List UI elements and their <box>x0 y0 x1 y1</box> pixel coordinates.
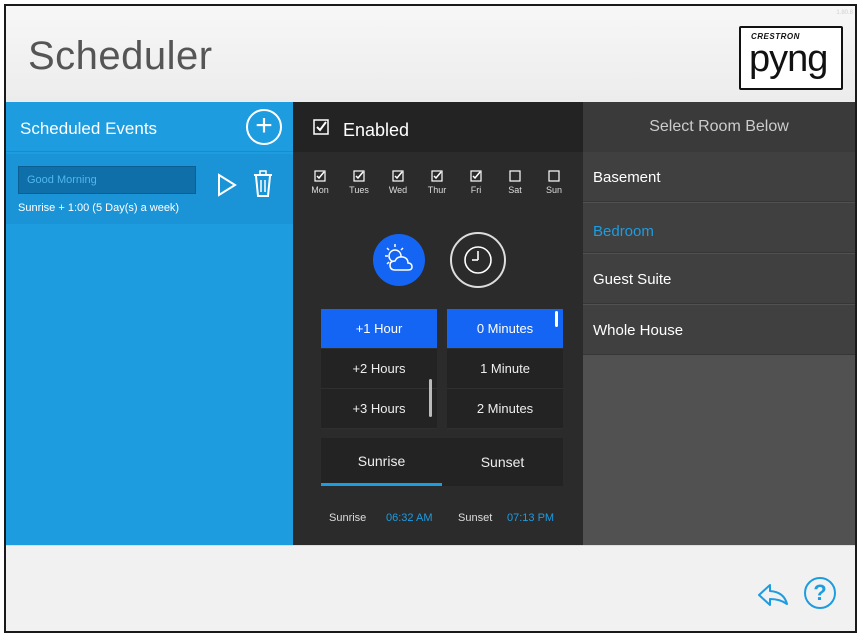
sunrise-time: 06:32 AM <box>386 512 433 524</box>
event-description: Sunrise + 1:00 (5 Day(s) a week) <box>18 202 180 214</box>
play-icon[interactable] <box>216 172 238 198</box>
weekday-selector: Mon Tues Wed Thur Fri Sat Sun <box>303 170 575 210</box>
day-toggle-thur[interactable]: Thur <box>420 170 454 195</box>
room-item-whole-house[interactable]: Whole House <box>583 305 855 355</box>
checkbox-checked-icon <box>470 170 482 182</box>
app-frame: Scheduler 1.80.8 CRESTRON pyng Scheduled… <box>4 4 857 633</box>
day-label: Fri <box>470 185 482 195</box>
room-select-title: Select Room Below <box>583 102 855 152</box>
schedule-details-panel: Enabled Mon Tues Wed Thur Fri Sat Sun +1… <box>293 102 583 545</box>
event-name-field[interactable]: Good Morning <box>18 166 196 194</box>
hours-option[interactable]: +2 Hours <box>321 349 437 389</box>
scheduled-events-header: Scheduled Events + <box>6 102 293 152</box>
sunrise-label: Sunrise <box>329 512 367 524</box>
help-icon[interactable]: ? <box>804 577 836 609</box>
checkbox-checked-icon <box>314 170 326 182</box>
day-toggle-sat[interactable]: Sat <box>498 170 532 195</box>
scheduled-events-panel: Scheduled Events + Good Morning Sunrise … <box>6 102 293 545</box>
tab-sunrise[interactable]: Sunrise <box>321 438 442 486</box>
day-label: Wed <box>388 185 408 195</box>
minutes-option[interactable]: 0 Minutes <box>447 309 563 349</box>
room-item-basement[interactable]: Basement <box>583 152 855 202</box>
day-label: Tues <box>349 185 369 195</box>
minutes-option[interactable]: 1 Minute <box>447 349 563 389</box>
sunset-time: 07:13 PM <box>507 512 555 524</box>
hours-offset-picker[interactable]: +1 Hour +2 Hours +3 Hours <box>321 309 437 429</box>
enabled-toggle-row[interactable]: Enabled <box>293 102 583 152</box>
add-event-button[interactable]: + <box>246 109 282 145</box>
day-toggle-mon[interactable]: Mon <box>303 170 337 195</box>
checkbox-unchecked-icon <box>509 170 521 182</box>
hours-scrollbar[interactable] <box>429 379 432 417</box>
checkbox-checked-icon <box>431 170 443 182</box>
day-label: Sun <box>545 185 562 195</box>
minutes-offset-picker[interactable]: 0 Minutes 1 Minute 2 Minutes <box>447 309 563 429</box>
page-title: Scheduler <box>28 34 213 78</box>
day-label: Thur <box>427 185 447 195</box>
sunrise-sunset-tabs: Sunrise Sunset <box>321 438 563 486</box>
room-select-panel: Select Room Below Basement Bedroom Guest… <box>583 102 855 545</box>
back-arrow-icon[interactable] <box>756 582 790 608</box>
day-toggle-sun[interactable]: Sun <box>537 170 571 195</box>
checkbox-unchecked-icon <box>548 170 560 182</box>
version-text: 1.80.8 <box>836 10 853 16</box>
enabled-label: Enabled <box>343 120 410 140</box>
room-item-bedroom[interactable]: Bedroom <box>583 203 855 253</box>
trash-icon[interactable] <box>252 170 274 198</box>
scheduled-events-title: Scheduled Events <box>20 119 158 138</box>
hours-option[interactable]: +3 Hours <box>321 389 437 429</box>
room-item-guest-suite[interactable]: Guest Suite <box>583 254 855 304</box>
minutes-option[interactable]: 2 Minutes <box>447 389 563 429</box>
sunset-label: Sunset <box>458 512 493 524</box>
logo-product: pyng <box>749 38 828 80</box>
plus-circle-icon: + <box>255 109 273 142</box>
hours-option[interactable]: +1 Hour <box>321 309 437 349</box>
astronomical-mode-button[interactable] <box>373 234 425 286</box>
day-label: Mon <box>311 185 329 195</box>
day-toggle-tues[interactable]: Tues <box>342 170 376 195</box>
event-list-item[interactable]: Good Morning Sunrise + 1:00 (5 Day(s) a … <box>6 154 293 224</box>
checkbox-checked-icon <box>353 170 365 182</box>
time-mode-button[interactable] <box>450 232 506 288</box>
app-header: Scheduler 1.80.8 CRESTRON pyng <box>6 6 855 102</box>
clock-icon <box>464 246 492 274</box>
checkbox-checked-icon <box>392 170 404 182</box>
day-label: Sat <box>508 185 522 195</box>
crestron-pyng-logo: CRESTRON pyng <box>739 26 843 90</box>
footer-bar: ? <box>6 545 855 631</box>
tab-sunset[interactable]: Sunset <box>442 438 563 486</box>
day-toggle-fri[interactable]: Fri <box>459 170 493 195</box>
weather-sun-cloud-icon <box>385 244 413 271</box>
enabled-checkbox-icon[interactable] <box>313 119 329 135</box>
minutes-scrollbar[interactable] <box>555 311 558 327</box>
day-toggle-wed[interactable]: Wed <box>381 170 415 195</box>
